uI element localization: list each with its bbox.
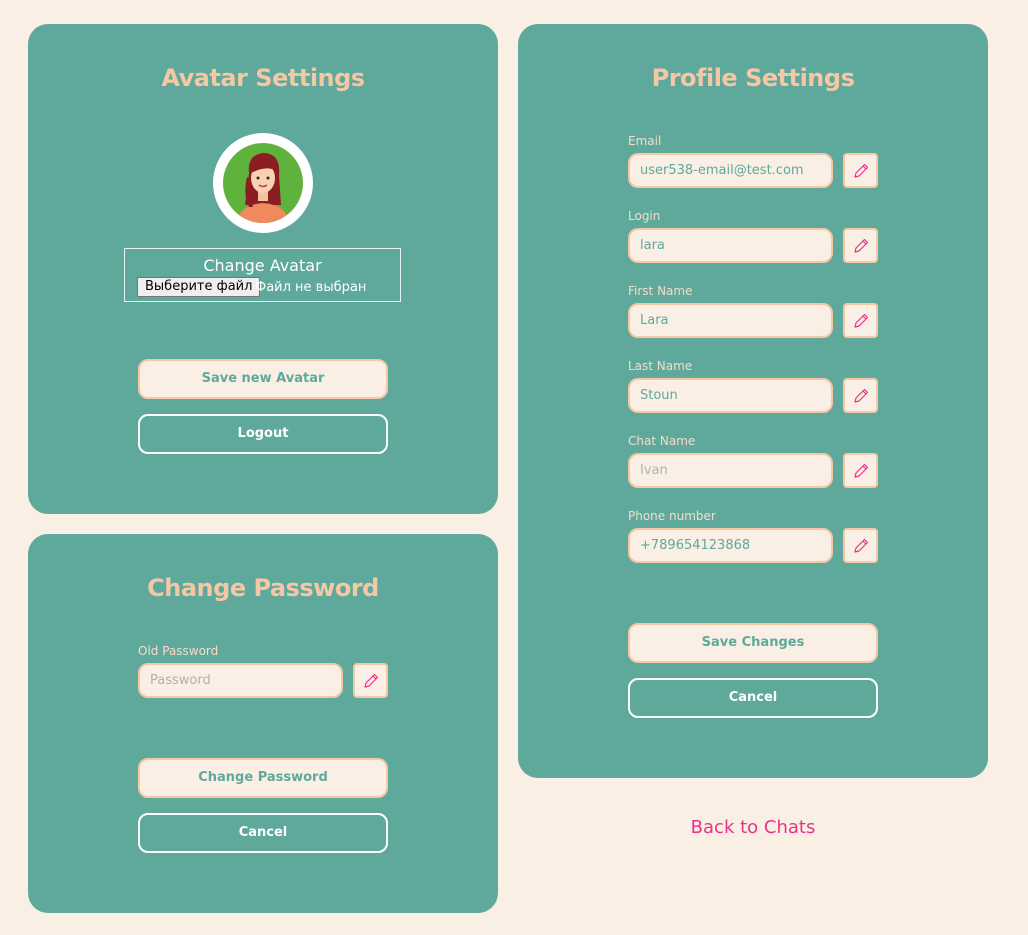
save-avatar-button[interactable]: Save new Avatar xyxy=(138,359,388,399)
first-name-label: First Name xyxy=(628,284,693,298)
edit-old-password-button[interactable] xyxy=(353,663,388,698)
pencil-icon xyxy=(854,313,869,328)
email-field[interactable]: user538-email@test.com xyxy=(628,153,833,188)
pencil-icon xyxy=(854,163,869,178)
logout-button[interactable]: Logout xyxy=(138,414,388,454)
edit-last-name-button[interactable] xyxy=(843,378,878,413)
avatar xyxy=(213,133,313,233)
chat-name-label: Chat Name xyxy=(628,434,696,448)
change-avatar-box: Change Avatar Выберите файл Файл не выбр… xyxy=(124,248,401,302)
cancel-password-button[interactable]: Cancel xyxy=(138,813,388,853)
edit-email-button[interactable] xyxy=(843,153,878,188)
pencil-icon xyxy=(364,673,379,688)
phone-field[interactable]: +789654123868 xyxy=(628,528,833,563)
change-password-card: Change Password Old Password Password Ch… xyxy=(28,534,498,913)
edit-chat-name-button[interactable] xyxy=(843,453,878,488)
save-changes-button[interactable]: Save Changes xyxy=(628,623,878,663)
pencil-icon xyxy=(854,538,869,553)
choose-file-button[interactable]: Выберите файл xyxy=(137,277,261,297)
pencil-icon xyxy=(854,238,869,253)
change-avatar-label: Change Avatar xyxy=(203,256,322,275)
edit-first-name-button[interactable] xyxy=(843,303,878,338)
avatar-settings-title: Avatar Settings xyxy=(161,64,365,92)
last-name-field[interactable]: Stoun xyxy=(628,378,833,413)
login-label: Login xyxy=(628,209,661,223)
edit-phone-button[interactable] xyxy=(843,528,878,563)
file-status-text: Файл не выбран xyxy=(255,280,367,295)
edit-login-button[interactable] xyxy=(843,228,878,263)
avatar-settings-card: Avatar Settings Change Avatar Выберите ф… xyxy=(28,24,498,514)
old-password-input[interactable]: Password xyxy=(138,663,343,698)
email-label: Email xyxy=(628,134,662,148)
change-password-button[interactable]: Change Password xyxy=(138,758,388,798)
chat-name-field[interactable]: Ivan xyxy=(628,453,833,488)
cancel-profile-button[interactable]: Cancel xyxy=(628,678,878,718)
last-name-label: Last Name xyxy=(628,359,693,373)
profile-settings-card: Profile Settings Email user538-email@tes… xyxy=(518,24,988,778)
first-name-field[interactable]: Lara xyxy=(628,303,833,338)
pencil-icon xyxy=(854,463,869,478)
woman-avatar-icon xyxy=(223,143,303,223)
pencil-icon xyxy=(854,388,869,403)
login-field[interactable]: lara xyxy=(628,228,833,263)
profile-settings-title: Profile Settings xyxy=(651,64,855,92)
back-to-chats-link[interactable]: Back to Chats xyxy=(518,817,988,838)
phone-label: Phone number xyxy=(628,509,716,523)
old-password-label: Old Password xyxy=(138,644,219,658)
change-password-title: Change Password xyxy=(147,574,379,602)
